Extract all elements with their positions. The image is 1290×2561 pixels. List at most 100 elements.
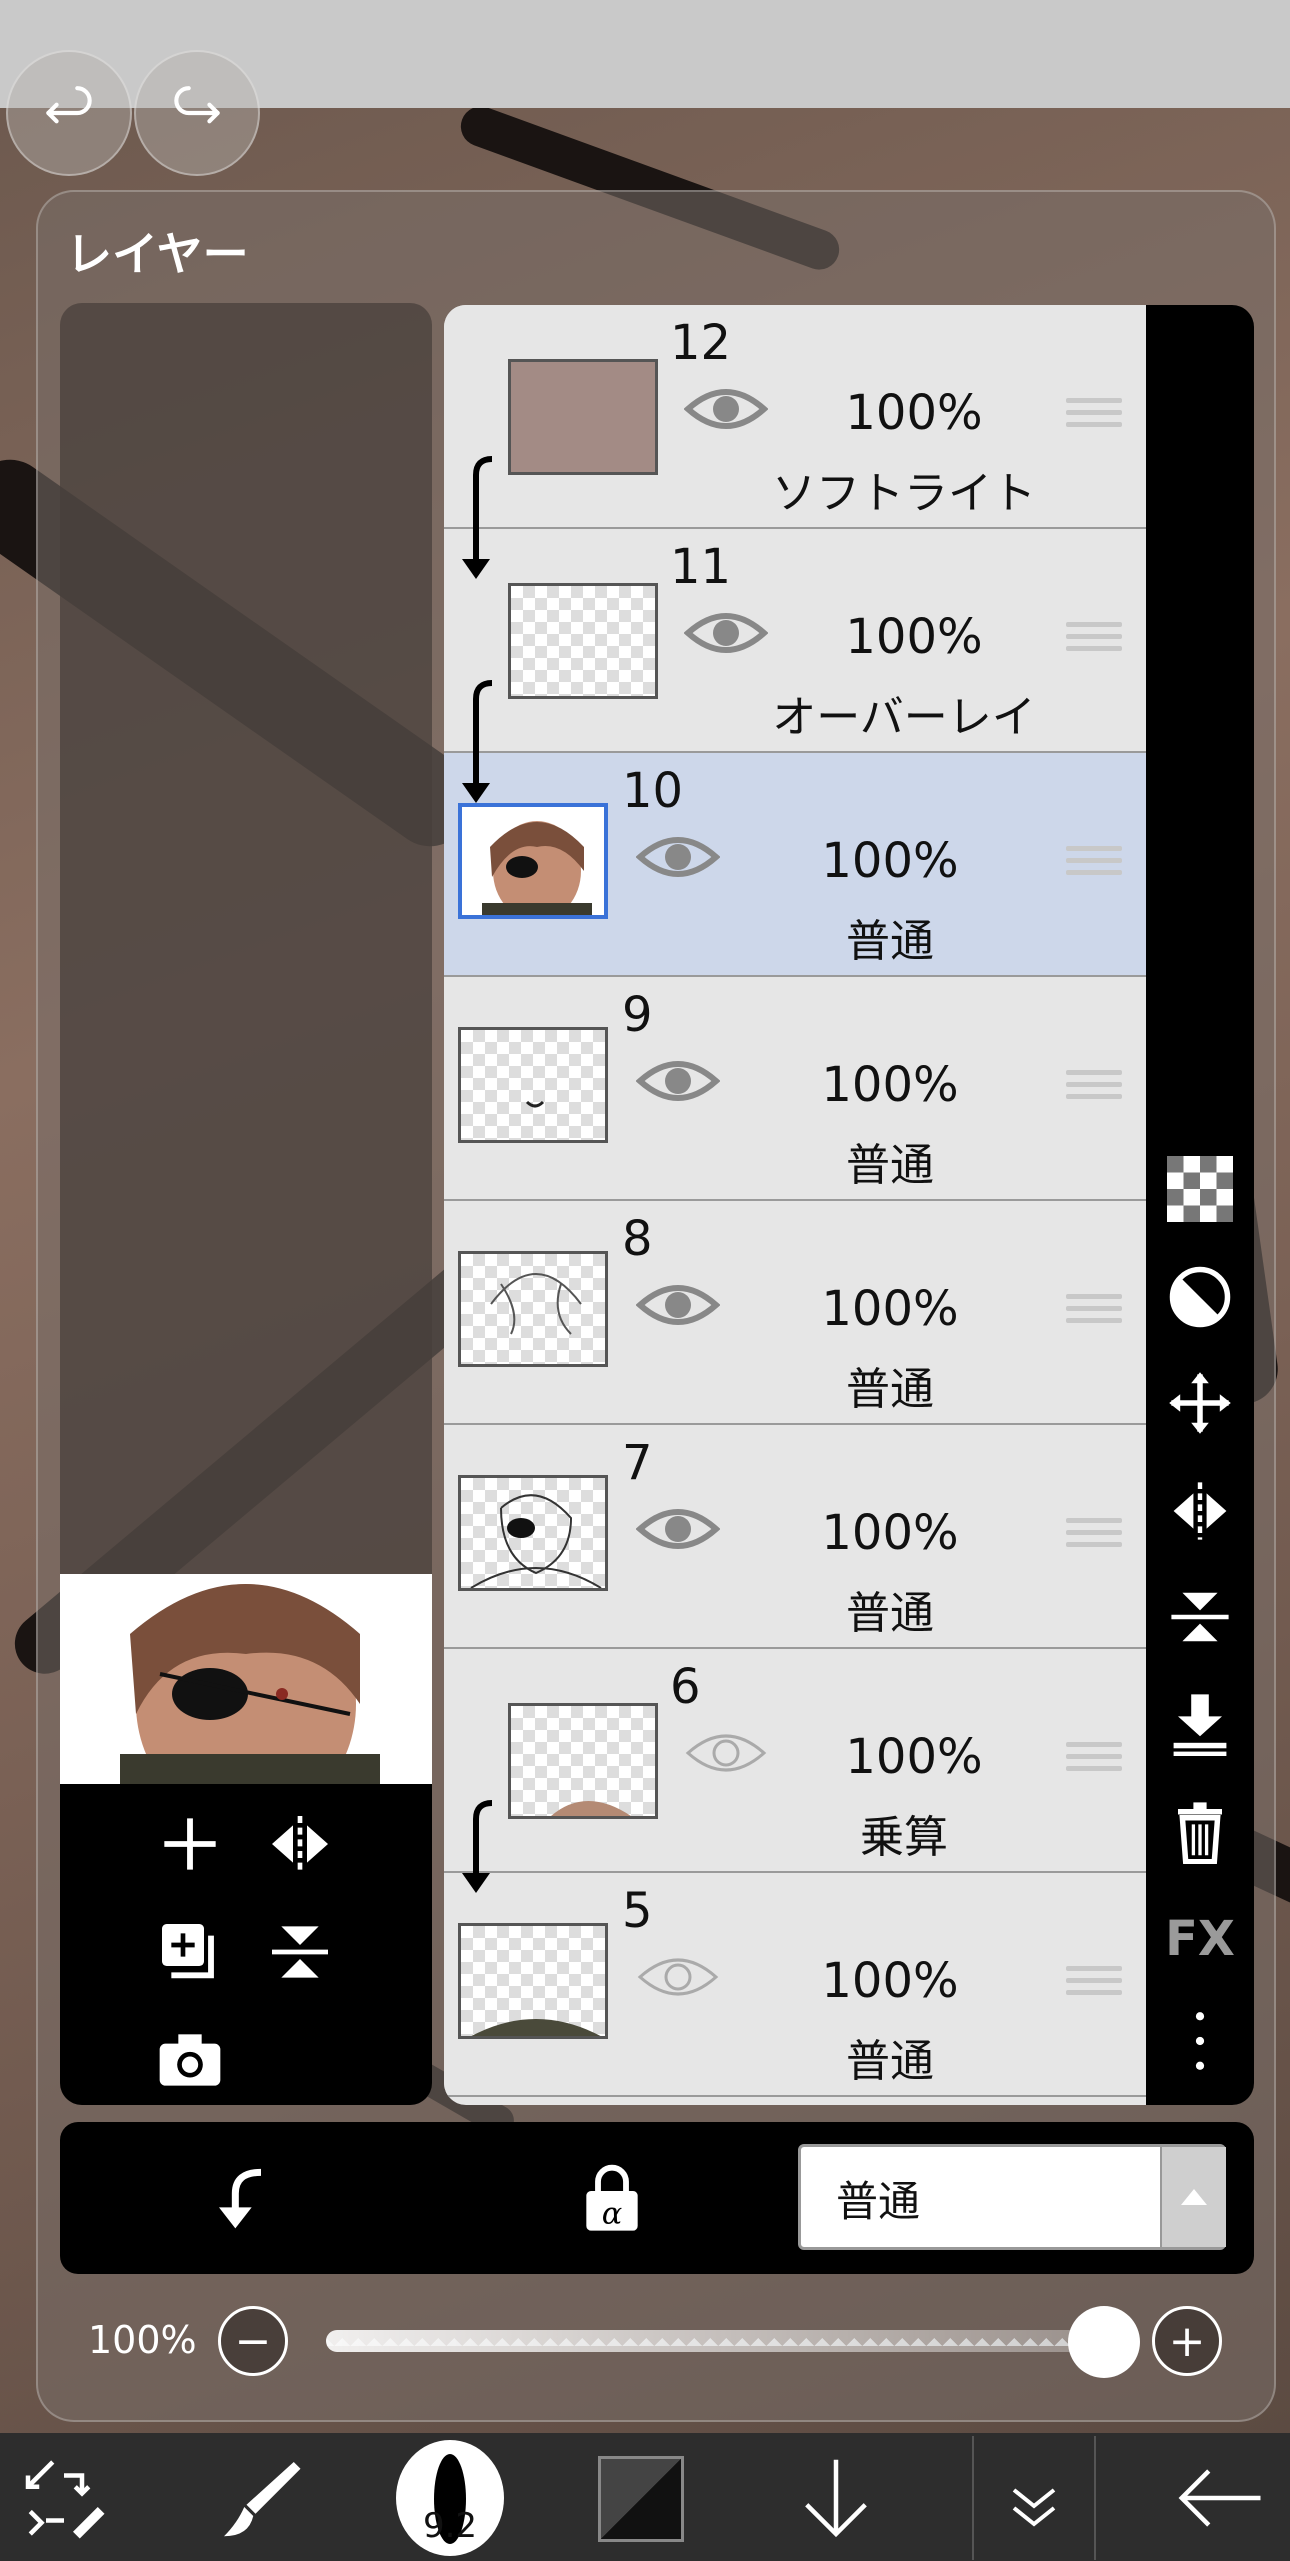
double-chevron-down-icon bbox=[1012, 2488, 1056, 2527]
eye-icon[interactable] bbox=[636, 829, 720, 885]
brush-tool-button[interactable] bbox=[210, 2448, 310, 2548]
arrow-down-icon bbox=[805, 2459, 867, 2538]
transparent-layer-button[interactable] bbox=[1164, 1153, 1236, 1225]
layer-row[interactable]: 6 100% 乗算 bbox=[444, 1649, 1146, 1873]
flip-vertical-icon bbox=[1171, 1592, 1229, 1642]
merge-down-button[interactable] bbox=[1164, 1687, 1236, 1759]
layer-number: 10 bbox=[622, 763, 684, 819]
more-options-button[interactable] bbox=[1164, 2005, 1236, 2077]
eye-icon[interactable] bbox=[684, 381, 768, 437]
eye-hidden-icon[interactable] bbox=[636, 1949, 720, 2005]
layer-row[interactable]: 7 100% 普通 bbox=[444, 1425, 1146, 1649]
move-button[interactable] bbox=[1164, 1367, 1236, 1439]
layer-number: 12 bbox=[670, 315, 732, 371]
layer-row[interactable]: 5 100% 普通 bbox=[444, 1873, 1146, 2097]
triangle-up-icon bbox=[1181, 2189, 1207, 2205]
layer-thumbnail bbox=[458, 1027, 608, 1143]
drag-handle-icon[interactable] bbox=[1066, 1959, 1122, 2007]
camera-button[interactable] bbox=[150, 2020, 230, 2100]
camera-icon bbox=[159, 2034, 221, 2086]
layer-blend-mode: 普通 bbox=[846, 1140, 934, 1191]
layer-opacity: 100% bbox=[821, 1953, 959, 2009]
clipping-icon bbox=[219, 2168, 262, 2229]
eye-icon[interactable] bbox=[636, 1501, 720, 1557]
layer-tools-toolbar: FX bbox=[1146, 305, 1254, 2105]
collapse-panel-button[interactable] bbox=[972, 2436, 1096, 2560]
layer-opacity: 100% bbox=[845, 609, 983, 665]
eye-icon[interactable] bbox=[684, 605, 768, 661]
transform-swap-icon bbox=[25, 2460, 105, 2539]
layer-row-selected[interactable]: 10 100% 普通 bbox=[444, 753, 1146, 977]
flip-vertical-button[interactable] bbox=[260, 1912, 340, 1992]
transform-tool-button[interactable] bbox=[14, 2448, 114, 2548]
blend-mode-dropdown-button[interactable] bbox=[1160, 2147, 1226, 2247]
opacity-slider-thumb[interactable] bbox=[1068, 2306, 1140, 2378]
left-tools-panel bbox=[60, 1784, 432, 2105]
eye-icon[interactable] bbox=[636, 1277, 720, 1333]
layer-opacity: 100% bbox=[821, 1057, 959, 1113]
duplicate-icon bbox=[162, 1924, 214, 1979]
layer-opacity: 100% bbox=[821, 833, 959, 889]
layer-thumbnail bbox=[508, 359, 658, 475]
eye-hidden-icon[interactable] bbox=[684, 1725, 768, 1781]
undo-button[interactable] bbox=[6, 50, 132, 176]
flip-horizontal-icon bbox=[1173, 1482, 1227, 1540]
layer-row[interactable]: 8 100% 普通 bbox=[444, 1201, 1146, 1425]
blend-mode-value: 普通 bbox=[836, 2177, 921, 2226]
adjust-button[interactable] bbox=[1164, 1261, 1236, 1333]
panel-title: レイヤー bbox=[66, 227, 249, 281]
clipping-arrow-icon bbox=[462, 456, 493, 579]
brush-size-value: 9.2 bbox=[422, 2506, 478, 2546]
layer-row[interactable]: 12 100% ソフトライト bbox=[444, 305, 1146, 529]
drag-handle-icon[interactable] bbox=[1066, 839, 1122, 887]
flip-horizontal-button[interactable] bbox=[260, 1804, 340, 1884]
drag-handle-icon[interactable] bbox=[1066, 615, 1122, 663]
layer-number: 8 bbox=[622, 1211, 653, 1267]
trash-icon bbox=[1178, 1802, 1222, 1864]
layer-row[interactable]: 9 100% 普通 bbox=[444, 977, 1146, 1201]
opacity-increase-button[interactable]: + bbox=[1152, 2306, 1222, 2376]
flip-vertical-layer-button[interactable] bbox=[1164, 1581, 1236, 1653]
contrast-icon bbox=[1169, 1266, 1231, 1328]
drag-handle-icon[interactable] bbox=[1066, 1735, 1122, 1783]
brush-size-button[interactable]: 9.2 bbox=[396, 2440, 504, 2556]
layer-blend-mode: 普通 bbox=[846, 916, 934, 967]
clipping-arrow-icon bbox=[462, 680, 493, 803]
layer-number: 6 bbox=[670, 1659, 701, 1715]
alpha-lock-button[interactable]: α bbox=[572, 2158, 652, 2238]
clipping-arrow-icon bbox=[462, 1800, 493, 1893]
flip-horizontal-layer-button[interactable] bbox=[1164, 1475, 1236, 1547]
layer-blend-mode: ソフトライト bbox=[772, 468, 1036, 519]
delete-layer-button[interactable] bbox=[1164, 1795, 1236, 1867]
layer-list[interactable]: 12 100% ソフトライト 11 100% オーバーレイ 10 100% 普通… bbox=[444, 305, 1146, 2105]
layer-down-button[interactable] bbox=[786, 2448, 886, 2548]
add-layer-button[interactable] bbox=[150, 1804, 230, 1884]
layer-number: 11 bbox=[670, 539, 732, 595]
opacity-slider-track[interactable] bbox=[326, 2330, 1106, 2352]
duplicate-layer-button[interactable] bbox=[150, 1912, 230, 1992]
clipping-button[interactable] bbox=[200, 2158, 280, 2238]
layer-thumbnail bbox=[458, 803, 608, 919]
opacity-decrease-button[interactable]: − bbox=[218, 2306, 288, 2376]
back-button[interactable] bbox=[1170, 2448, 1270, 2548]
layer-number: 9 bbox=[622, 987, 653, 1043]
drag-handle-icon[interactable] bbox=[1066, 391, 1122, 439]
svg-text:α: α bbox=[602, 2197, 622, 2232]
fx-button[interactable]: FX bbox=[1164, 1903, 1236, 1975]
layer-thumbnail bbox=[508, 1703, 658, 1819]
checkerboard-icon bbox=[1167, 1156, 1233, 1222]
drag-handle-icon[interactable] bbox=[1066, 1063, 1122, 1111]
drag-handle-icon[interactable] bbox=[1066, 1287, 1122, 1335]
layer-blend-mode: 乗算 bbox=[860, 1812, 948, 1863]
move-icon bbox=[1169, 1372, 1231, 1434]
layer-row[interactable]: 11 100% オーバーレイ bbox=[444, 529, 1146, 753]
redo-icon bbox=[174, 86, 220, 124]
eye-icon[interactable] bbox=[636, 1053, 720, 1109]
color-picker-button[interactable] bbox=[598, 2456, 684, 2542]
redo-button[interactable] bbox=[134, 50, 260, 176]
layer-thumbnail bbox=[458, 1251, 608, 1367]
brush-icon bbox=[224, 2462, 301, 2537]
drag-handle-icon[interactable] bbox=[1066, 1511, 1122, 1559]
layer-number: 5 bbox=[622, 1883, 653, 1939]
layer-number: 7 bbox=[622, 1435, 653, 1491]
